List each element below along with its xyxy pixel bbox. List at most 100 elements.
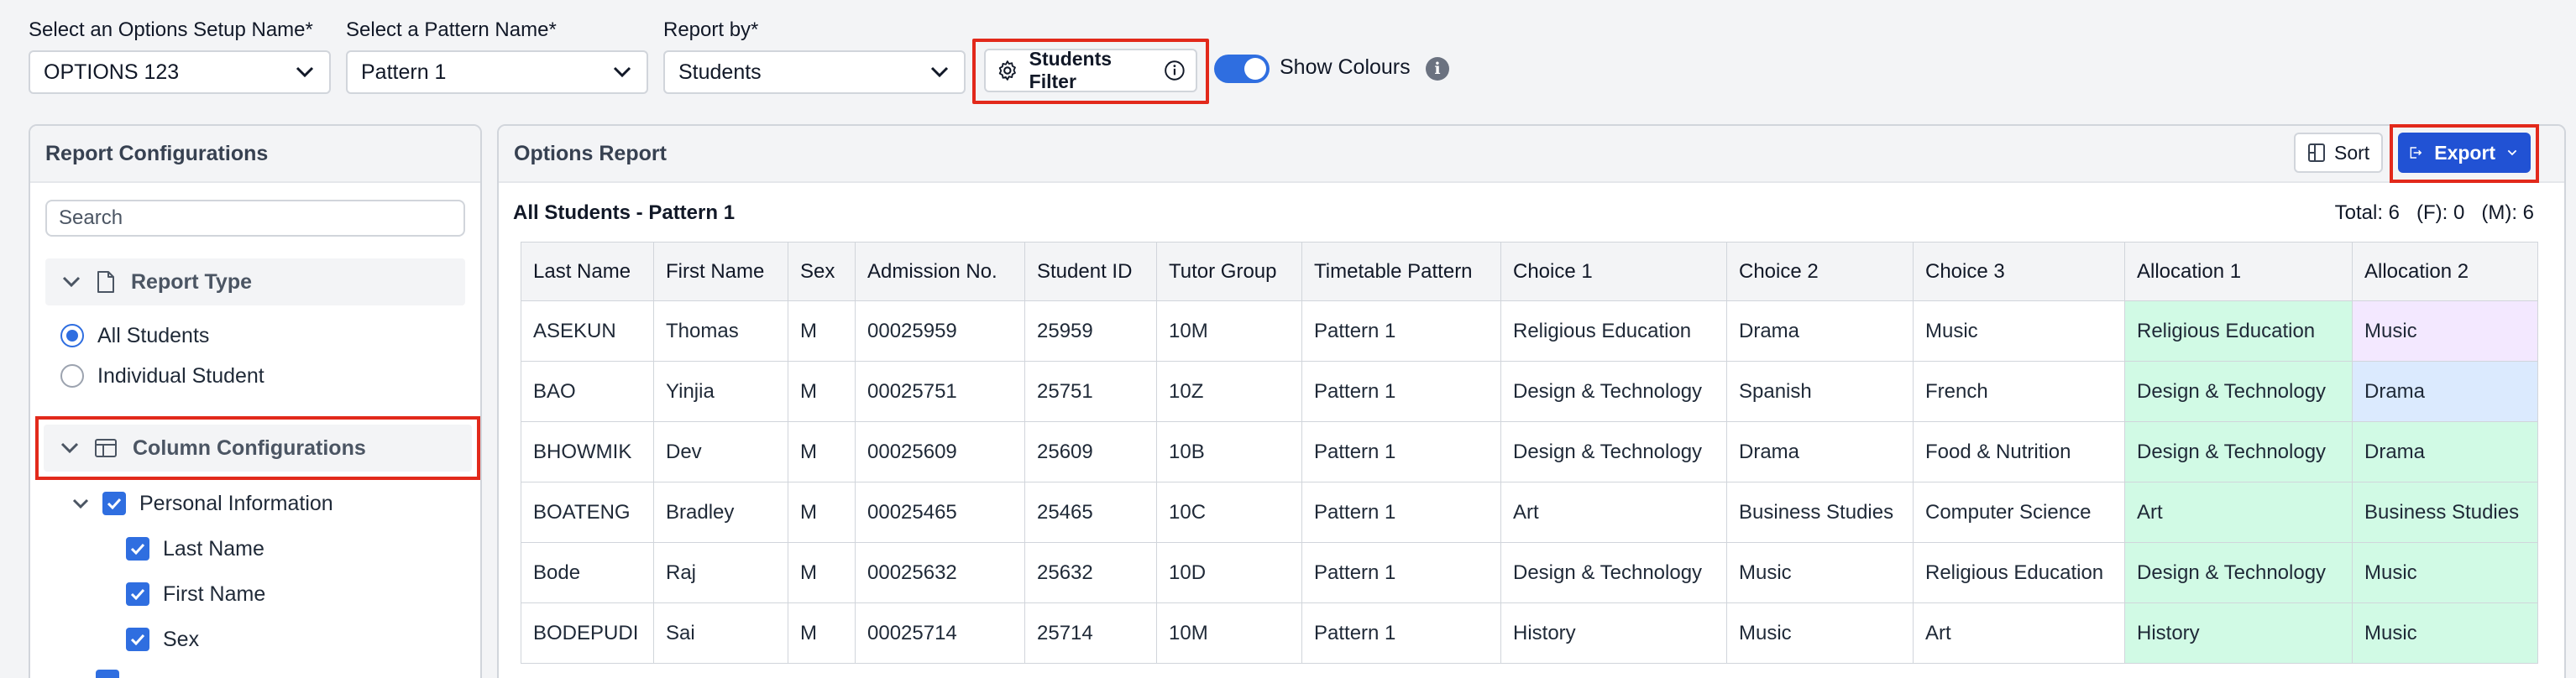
table-row[interactable]: ASEKUN Thomas M 00025959 25959 10M Pattern 1 Re… [521, 300, 2538, 362]
table-cell: BODEPUDI [521, 602, 654, 664]
report-type-label: Report Type [131, 269, 252, 294]
options-setup-value: OPTIONS 123 [44, 60, 180, 84]
table-row[interactable]: BOATENG Bradley M 00025465 25465 10C Pattern 1… [521, 482, 2538, 543]
search-placeholder: Search [59, 206, 123, 229]
table-cell: Pattern 1 [1301, 421, 1501, 482]
sort-label: Sort [2334, 141, 2370, 164]
radio-label: All Students [97, 323, 210, 347]
column-item-label: First Name [163, 582, 266, 606]
students-filter-button[interactable]: Students Filter [984, 48, 1197, 92]
column-header[interactable]: First Name [653, 242, 788, 301]
options-setup-select[interactable]: OPTIONS 123 [29, 50, 331, 94]
table-cell: 00025714 [855, 602, 1025, 664]
table-cell: Yinjia [653, 361, 788, 422]
report-table-wrapper: Last Name First Name Sex Admission No. Stude… [521, 242, 2538, 664]
radio-individual-student[interactable]: Individual Student [60, 359, 264, 393]
next-group-checkbox-partial[interactable] [96, 670, 119, 678]
chevron-down-icon [613, 66, 631, 78]
chevron-down-icon [2507, 149, 2517, 156]
table-row[interactable]: BAO Yinjia M 00025751 25751 10Z Pattern 1 Desig… [521, 361, 2538, 422]
checkbox-checked[interactable] [126, 582, 149, 606]
column-header[interactable]: Choice 3 [1913, 242, 2125, 301]
table-cell: Drama [2352, 421, 2538, 482]
table-cell: Computer Science [1913, 482, 2125, 543]
column-header[interactable]: Timetable Pattern [1301, 242, 1501, 301]
table-row[interactable]: BODEPUDI Sai M 00025714 25714 10M Pattern 1 His… [521, 602, 2538, 664]
table-cell: History [1500, 602, 1727, 664]
column-header[interactable]: Tutor Group [1156, 242, 1302, 301]
table-cell: 25714 [1024, 602, 1157, 664]
report-by-label: Report by* [663, 18, 759, 41]
table-cell: 00025465 [855, 482, 1025, 543]
table-header-row: Last Name First Name Sex Admission No. Stude… [521, 242, 2538, 301]
table-cell: Spanish [1726, 361, 1914, 422]
column-header[interactable]: Admission No. [855, 242, 1025, 301]
checkbox-checked[interactable] [102, 492, 126, 515]
column-header[interactable]: Sex [788, 242, 856, 301]
export-highlight: Export [2390, 124, 2539, 183]
table-columns-icon [95, 439, 117, 457]
students-filter-highlight: Students Filter [972, 39, 1209, 104]
show-colours-info-icon[interactable]: i [1426, 57, 1449, 81]
search-input[interactable]: Search [45, 200, 465, 237]
show-colours-toggle[interactable] [1214, 55, 1270, 83]
radio-all-students[interactable]: All Students [60, 319, 209, 352]
table-cell: Religious Education [2124, 300, 2353, 362]
table-cell: 10C [1156, 482, 1302, 543]
table-cell: Religious Education [1500, 300, 1727, 362]
table-cell: M [788, 542, 856, 603]
table-cell: 00025959 [855, 300, 1025, 362]
table-cell: Pattern 1 [1301, 361, 1501, 422]
personal-information-group[interactable]: Personal Information [72, 487, 333, 520]
table-cell: Art [1913, 602, 2125, 664]
table-row[interactable]: BHOWMIK Dev M 00025609 25609 10B Pattern 1 Desi… [521, 421, 2538, 482]
table-cell: Bode [521, 542, 654, 603]
column-item-last-name[interactable]: Last Name [126, 532, 264, 566]
column-header[interactable]: Last Name [521, 242, 654, 301]
column-header[interactable]: Allocation 1 [2124, 242, 2353, 301]
report-subtitle: All Students - Pattern 1 [513, 201, 736, 224]
table-cell: Design & Technology [2124, 542, 2353, 603]
column-header[interactable]: Choice 1 [1500, 242, 1727, 301]
pattern-select[interactable]: Pattern 1 [346, 50, 648, 94]
table-cell: Music [2352, 602, 2538, 664]
table-cell: 00025632 [855, 542, 1025, 603]
report-title: Options Report [499, 126, 2564, 183]
column-header[interactable]: Student ID [1024, 242, 1157, 301]
table-cell: BAO [521, 361, 654, 422]
radio-label: Individual Student [97, 363, 264, 388]
table-cell: BHOWMIK [521, 421, 654, 482]
table-cell: 10M [1156, 300, 1302, 362]
column-item-sex[interactable]: Sex [126, 623, 199, 656]
info-icon [1165, 60, 1185, 81]
table-cell: Drama [1726, 300, 1914, 362]
checkbox-checked[interactable] [126, 628, 149, 651]
radio-unselected[interactable] [60, 364, 84, 388]
export-button[interactable]: Export [2398, 133, 2531, 173]
table-cell: Music [2352, 542, 2538, 603]
report-totals: Total: 6 (F): 0 (M): 6 [2334, 201, 2534, 224]
column-configurations-section[interactable]: Column Configurations [44, 425, 472, 472]
column-header[interactable]: Choice 2 [1726, 242, 1914, 301]
table-cell: Music [1913, 300, 2125, 362]
radio-selected[interactable] [60, 324, 84, 347]
table-cell: Dev [653, 421, 788, 482]
checkbox-checked[interactable] [126, 537, 149, 561]
table-cell: M [788, 361, 856, 422]
report-type-section[interactable]: Report Type [45, 258, 465, 305]
table-cell: BOATENG [521, 482, 654, 543]
column-header[interactable]: Allocation 2 [2352, 242, 2538, 301]
table-cell: Design & Technology [1500, 542, 1727, 603]
options-setup-label: Select an Options Setup Name* [29, 18, 313, 41]
table-row[interactable]: Bode Raj M 00025632 25632 10D Pattern 1 Design … [521, 542, 2538, 603]
column-item-label: Last Name [163, 536, 264, 561]
report-by-select[interactable]: Students [663, 50, 966, 94]
sort-button[interactable]: Sort [2294, 133, 2384, 173]
column-item-first-name[interactable]: First Name [126, 577, 265, 611]
table-cell: 10M [1156, 602, 1302, 664]
table-cell: Design & Technology [1500, 361, 1727, 422]
table-cell: Food & Nutrition [1913, 421, 2125, 482]
table-cell: M [788, 482, 856, 543]
table-cell: Art [2124, 482, 2353, 543]
chevron-down-icon [930, 66, 949, 78]
